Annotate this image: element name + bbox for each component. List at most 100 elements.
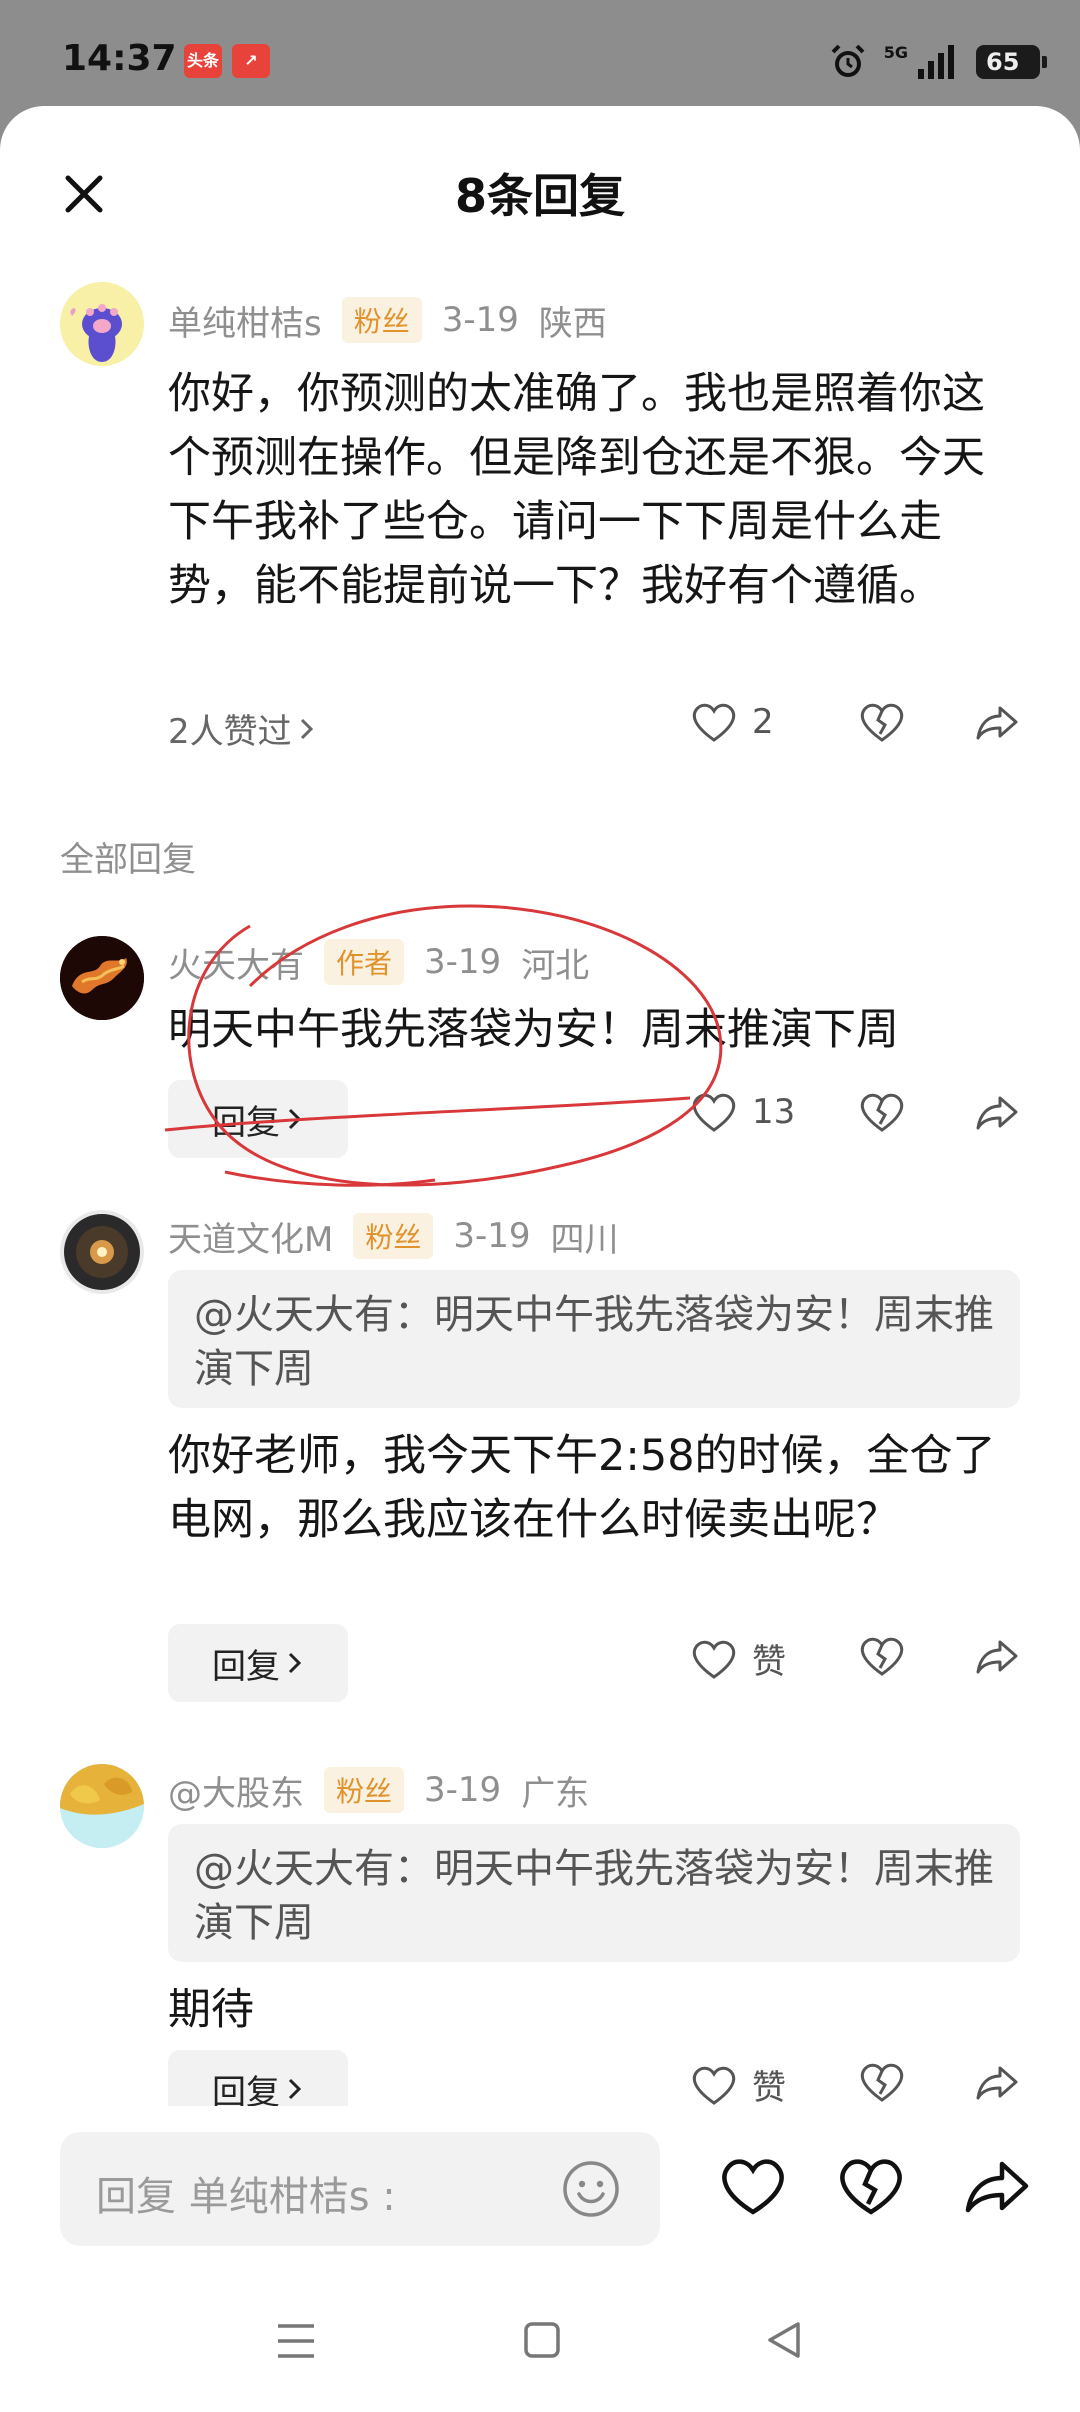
share-icon xyxy=(976,706,1018,740)
back-button[interactable] xyxy=(764,2320,804,2364)
reply-label: 回复 xyxy=(212,1102,280,1143)
reply-composer: 回复 单纯柑桔s : xyxy=(0,2106,1080,2276)
share-button[interactable] xyxy=(972,1090,1020,1138)
author-name[interactable]: 天道文化M xyxy=(168,1212,333,1261)
reply-label: 回复 xyxy=(212,1646,280,1687)
heart-icon xyxy=(692,1093,736,1132)
comment-meta: 火天大有 作者 3-19 河北 xyxy=(168,938,589,986)
heart-icon xyxy=(692,703,736,742)
dislike-button[interactable] xyxy=(858,700,906,748)
stock-app-icon: ↗ xyxy=(232,44,270,78)
comment-date: 3-19 xyxy=(441,300,519,340)
toutiao-app-icon: 头条 xyxy=(184,44,222,78)
avatar[interactable] xyxy=(60,282,144,366)
reply-input-placeholder: 回复 单纯柑桔s : xyxy=(96,2174,396,2220)
status-bar: 14:37 头条 ↗ 5G 65 xyxy=(0,0,1080,110)
comment-actions: 2 xyxy=(690,700,1030,760)
all-replies-label: 全部回复 xyxy=(60,840,196,880)
share-icon xyxy=(976,1640,1018,1674)
home-button[interactable] xyxy=(522,2320,562,2364)
chevron-right-icon xyxy=(288,2078,302,2100)
author-badge: 作者 xyxy=(324,939,405,985)
comment-region: 广东 xyxy=(521,1773,590,1814)
dislike-button[interactable] xyxy=(858,2060,906,2108)
author-name[interactable]: @大股东 xyxy=(168,1766,304,1815)
heart-icon xyxy=(692,1640,736,1679)
signal-icon xyxy=(918,45,954,79)
status-time: 14:37 xyxy=(62,38,177,79)
avatar[interactable] xyxy=(60,1210,144,1294)
broken-heart-icon xyxy=(860,703,904,742)
avatar[interactable] xyxy=(60,1764,144,1848)
comment-text: 期待 xyxy=(168,1985,254,2035)
alarm-icon xyxy=(831,44,865,77)
avatar[interactable] xyxy=(60,936,144,1020)
comment-meta: 单纯柑桔s 粉丝 3-19 陕西 xyxy=(168,296,607,344)
broken-heart-icon xyxy=(860,2063,904,2102)
composer-dislike-button[interactable] xyxy=(836,2154,906,2222)
like-count: 2 xyxy=(752,702,774,742)
system-nav-bar xyxy=(0,2276,1080,2412)
fan-badge: 粉丝 xyxy=(341,297,422,343)
broken-heart-icon xyxy=(860,1093,904,1132)
comment-text: 你好，你预测的太准确了。我也是照着你这个预测在操作。但是降到仓还是不狠。今天下午… xyxy=(168,369,985,611)
square-icon xyxy=(524,2322,560,2358)
emoji-button[interactable] xyxy=(560,2158,622,2224)
chevron-right-icon xyxy=(288,1652,302,1674)
like-label: 赞 xyxy=(752,1642,786,1682)
comment-actions: 13 xyxy=(690,1090,1030,1150)
author-name[interactable]: 火天大有 xyxy=(168,938,304,987)
share-button[interactable] xyxy=(972,1634,1020,1682)
like-button[interactable]: 2 xyxy=(690,700,774,744)
network-type: 5G xyxy=(883,42,908,62)
share-icon xyxy=(976,2066,1018,2100)
recent-apps-button[interactable] xyxy=(276,2322,316,2364)
battery-indicator: 65 xyxy=(976,45,1047,79)
comment-region: 河北 xyxy=(521,945,590,986)
comment-text: 明天中午我先落袋为安！周末推演下周 xyxy=(168,1005,899,1055)
page-title: 8条回复 xyxy=(454,169,625,223)
chevron-right-icon xyxy=(300,718,313,739)
comment-text: 你好老师，我今天下午2:58的时候，全仓了电网，那么我应该在什么时候卖出呢？ xyxy=(168,1431,996,1545)
composer-like-button[interactable] xyxy=(718,2154,788,2222)
likers-link[interactable]: 2人赞过 xyxy=(168,704,316,753)
likers-label: 2人赞过 xyxy=(168,712,292,752)
replies-sheet: 8条回复 单纯柑桔s 粉丝 3-19 陕西 你好，你预测的太准确了。我也是照着你… xyxy=(0,106,1080,2412)
share-button[interactable] xyxy=(972,2060,1020,2108)
share-icon xyxy=(965,2161,1029,2213)
comment-actions: 赞 xyxy=(690,1634,1030,1694)
quoted-reply: @火天大有：明天中午我先落袋为安！周末推演下周 xyxy=(168,1824,1020,1962)
comment-meta: @大股东 粉丝 3-19 广东 xyxy=(168,1766,589,1814)
comment-region: 四川 xyxy=(550,1219,619,1260)
sheet-header: 8条回复 xyxy=(0,106,1080,276)
share-button[interactable] xyxy=(972,700,1020,748)
emoji-icon xyxy=(563,2161,619,2217)
reply-button[interactable]: 回复 xyxy=(168,1080,348,1158)
reply-input[interactable]: 回复 单纯柑桔s : xyxy=(60,2132,660,2246)
dislike-button[interactable] xyxy=(858,1634,906,1682)
like-label: 赞 xyxy=(752,2068,786,2108)
comment-date: 3-19 xyxy=(424,942,502,982)
back-triangle-icon xyxy=(768,2322,800,2358)
dislike-button[interactable] xyxy=(858,1090,906,1138)
ginkgo-avatar-image xyxy=(60,1764,144,1848)
paw-avatar-image xyxy=(70,304,122,362)
share-icon xyxy=(976,1096,1018,1130)
galaxy-avatar-image xyxy=(64,1214,140,1290)
reply-button[interactable]: 回复 xyxy=(168,1624,348,1702)
quoted-reply: @火天大有：明天中午我先落袋为安！周末推演下周 xyxy=(168,1270,1020,1408)
chevron-right-icon xyxy=(288,1108,302,1130)
comment-date: 3-19 xyxy=(424,1770,502,1810)
fan-badge: 粉丝 xyxy=(324,1767,405,1813)
menu-icon xyxy=(278,2324,314,2358)
comment-region: 陕西 xyxy=(538,303,607,344)
heart-icon xyxy=(692,2066,736,2105)
like-button[interactable]: 赞 xyxy=(690,2060,786,2109)
comment-date: 3-19 xyxy=(453,1216,531,1256)
broken-heart-icon xyxy=(860,1637,904,1676)
like-button[interactable]: 13 xyxy=(690,1090,795,1134)
like-button[interactable]: 赞 xyxy=(690,1634,786,1683)
composer-share-button[interactable] xyxy=(962,2154,1032,2222)
author-name[interactable]: 单纯柑桔s xyxy=(168,296,322,345)
dragon-avatar-image xyxy=(60,936,144,1020)
